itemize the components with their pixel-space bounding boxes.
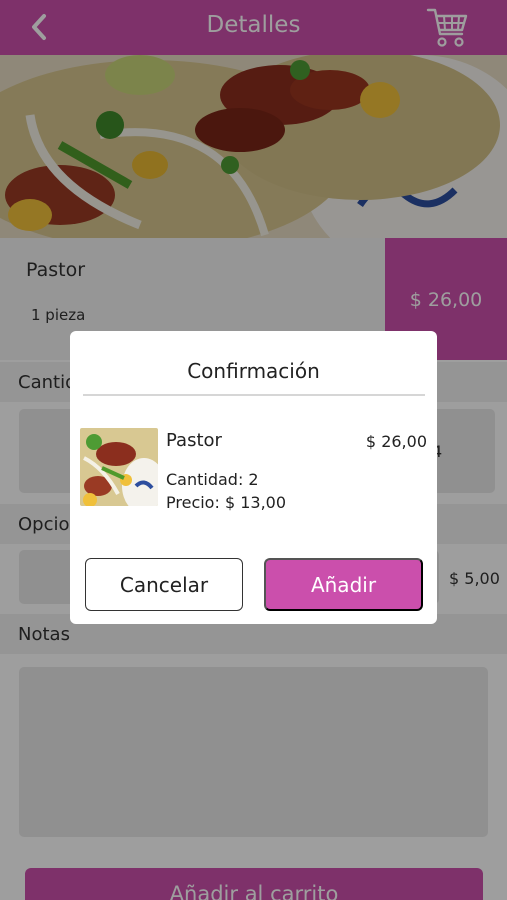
confirmation-dialog: Confirmación Pastor $ 26,00 Cantidad: 2 … (70, 331, 437, 624)
dialog-divider (83, 394, 425, 396)
cancel-button[interactable]: Cancelar (85, 558, 243, 611)
confirm-add-button[interactable]: Añadir (264, 558, 423, 611)
dialog-quantity: Cantidad: 2 (166, 470, 259, 489)
dialog-item-name: Pastor (166, 430, 222, 451)
dialog-unit-price: Precio: $ 13,00 (166, 493, 287, 512)
item-thumbnail (80, 428, 158, 506)
dialog-title: Confirmación (187, 359, 320, 383)
dialog-item-price: $ 26,00 (365, 432, 427, 451)
